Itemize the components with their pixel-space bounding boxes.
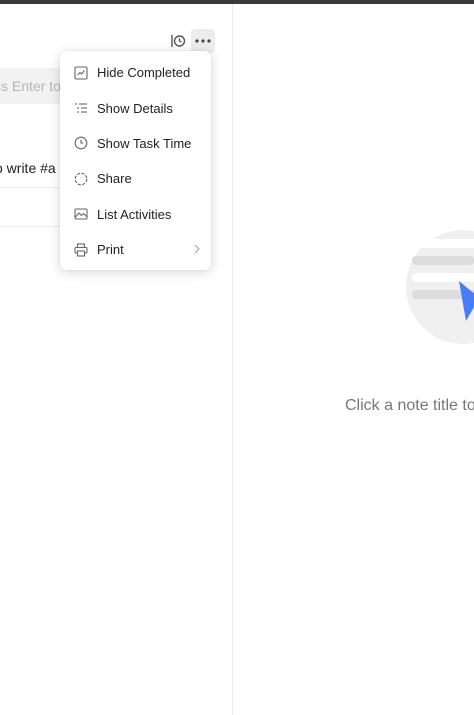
printer-icon xyxy=(73,242,89,258)
focus-clock-icon[interactable] xyxy=(166,29,190,53)
empty-state-illustration xyxy=(406,230,474,344)
menu-item-share[interactable]: Share xyxy=(60,161,211,196)
empty-state-text: Click a note title to xyxy=(345,397,474,414)
menu-item-label: Show Details xyxy=(97,100,173,116)
more-options-button[interactable] xyxy=(191,29,215,53)
more-options-menu: Hide Completed Show Details Show Task Ti… xyxy=(60,51,211,270)
menu-item-show-details[interactable]: Show Details xyxy=(60,90,211,125)
share-icon xyxy=(73,171,89,187)
menu-item-show-task-time[interactable]: Show Task Time xyxy=(60,126,211,161)
menu-item-label: Print xyxy=(97,242,124,258)
clock-icon xyxy=(73,135,89,151)
menu-item-label: List Activities xyxy=(97,206,172,222)
menu-item-hide-completed[interactable]: Hide Completed xyxy=(60,55,211,90)
details-list-icon xyxy=(73,100,89,116)
task-title: o write #a xyxy=(0,160,56,176)
menu-item-label: Share xyxy=(97,171,132,187)
menu-item-list-activities[interactable]: List Activities xyxy=(60,197,211,232)
note-detail-pane: Click a note title to xyxy=(233,4,474,715)
activities-icon xyxy=(73,206,89,222)
hide-completed-icon xyxy=(73,65,89,81)
more-horizontal-icon xyxy=(195,39,211,43)
menu-item-label: Hide Completed xyxy=(97,65,191,81)
menu-item-print[interactable]: Print xyxy=(60,232,211,267)
chevron-right-icon xyxy=(193,243,201,258)
menu-item-label: Show Task Time xyxy=(97,135,192,151)
